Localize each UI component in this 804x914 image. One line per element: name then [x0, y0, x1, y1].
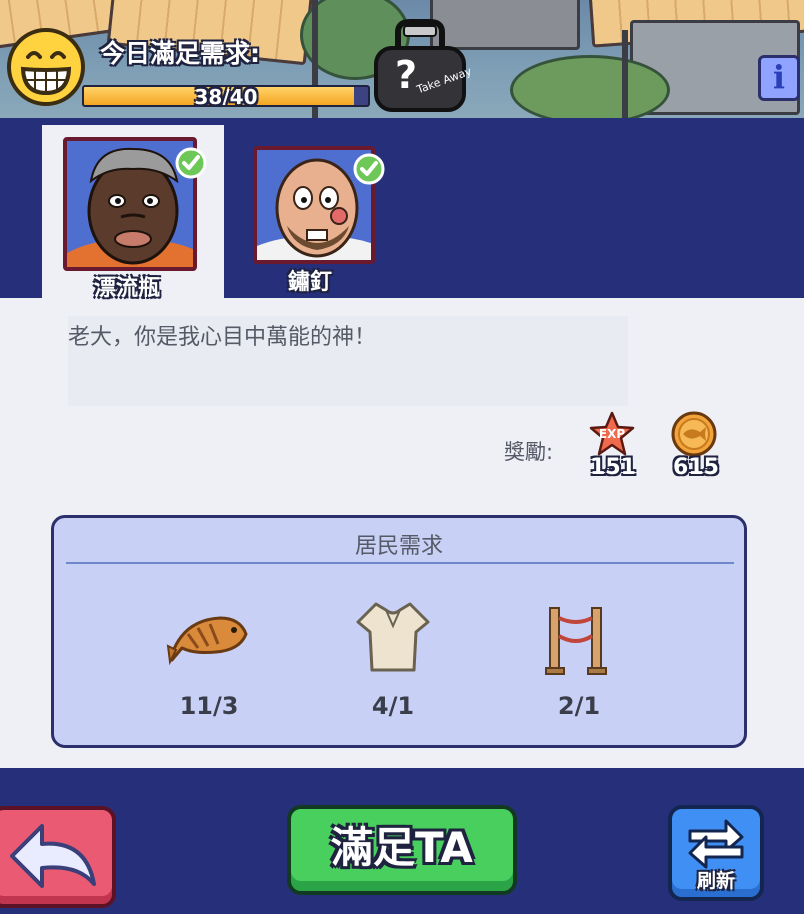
mood-smiley-icon	[7, 28, 85, 106]
exp-badge: EXP	[599, 427, 625, 441]
takeaway-mark: ?	[395, 53, 417, 97]
refresh-label: 刷新	[696, 870, 735, 892]
reward-label: 獎勵:	[504, 440, 554, 464]
fish-icon	[166, 616, 248, 666]
requirement-count-2: 4/1	[371, 692, 415, 720]
refresh-button[interactable]: 刷新	[668, 805, 764, 901]
confirm-label: 滿足TA	[331, 823, 473, 872]
exp-star-icon: EXP	[589, 411, 635, 456]
resident-name-2: 鏽釘	[287, 270, 332, 295]
daily-demand-title: 今日滿足需求:	[100, 39, 260, 68]
requirements-title: 居民需求	[354, 534, 443, 559]
dialog-text: 老大，你是我心目中萬能的神！	[68, 325, 377, 350]
requirement-count-3: 2/1	[557, 692, 601, 720]
back-button[interactable]	[0, 806, 116, 908]
shirt-icon	[356, 602, 430, 672]
info-button[interactable]: i	[758, 55, 800, 101]
satisfied-check-icon	[175, 147, 207, 179]
rope-fence-icon	[545, 607, 607, 675]
requirement-count-1: 11/3	[179, 692, 239, 720]
takeaway-bag-icon[interactable]: ? Take Away	[370, 18, 470, 114]
confirm-satisfy-button[interactable]: 滿足TA	[287, 805, 517, 895]
requirements-divider	[66, 562, 734, 564]
resident-dialog: 老大，你是我心目中萬能的神！	[68, 316, 628, 406]
fish-coin-icon	[671, 411, 717, 457]
satisfied-check-icon	[353, 153, 385, 185]
back-arrow-icon	[10, 824, 96, 888]
coin-value: 615	[673, 455, 719, 480]
progress-text: 38/40	[194, 85, 258, 107]
resident-requirements-box: 居民需求 11/3 4/1 2/1	[51, 515, 747, 748]
resident-name-1: 漂流瓶	[93, 276, 160, 301]
daily-demand-progress-bar: 38/40	[82, 85, 370, 107]
exp-value: 151	[590, 455, 636, 480]
